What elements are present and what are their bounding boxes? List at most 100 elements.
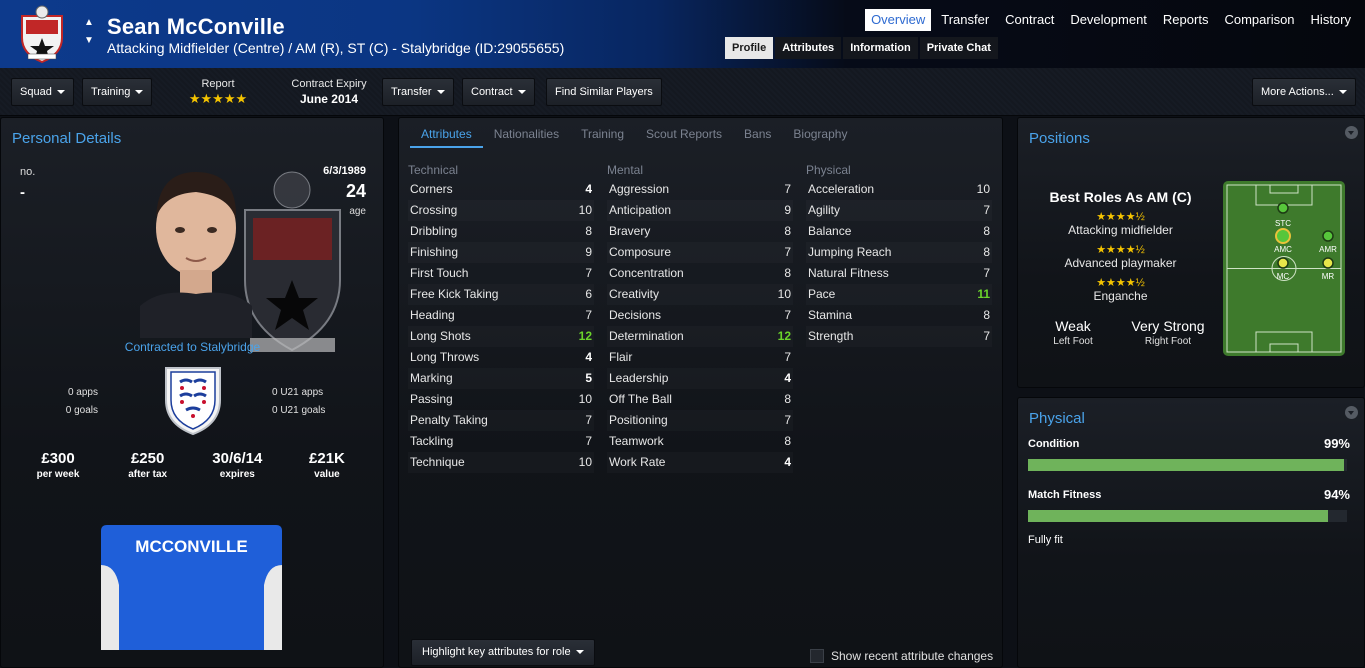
attribute-row[interactable]: Creativity 10 [607, 284, 793, 305]
attribute-row[interactable]: Composure 7 [607, 242, 793, 263]
attribute-row[interactable]: Flair 7 [607, 347, 793, 368]
attribute-row[interactable]: Teamwork 8 [607, 431, 793, 452]
attribute-row[interactable]: Marking 5 [408, 368, 594, 389]
tab-reports[interactable]: Reports [1157, 9, 1215, 31]
attribute-value: 8 [784, 224, 791, 238]
tab-bans[interactable]: Bans [733, 120, 782, 148]
tab-biography[interactable]: Biography [782, 120, 858, 148]
attribute-row[interactable]: Strength 7 [806, 326, 992, 347]
attribute-row[interactable]: Anticipation 9 [607, 200, 793, 221]
more-actions-label: More Actions... [1261, 86, 1334, 98]
transfer-button-label: Transfer [391, 86, 432, 98]
tab-scout-reports[interactable]: Scout Reports [635, 120, 733, 148]
subtab-private-chat[interactable]: Private Chat [919, 37, 998, 59]
attribute-name: Composure [609, 245, 672, 259]
attribute-row[interactable]: Positioning 7 [607, 410, 793, 431]
tab-development[interactable]: Development [1064, 9, 1153, 31]
after-tax-label: after tax [128, 469, 168, 480]
attribute-row[interactable]: Passing 10 [408, 389, 594, 410]
subtab-profile[interactable]: Profile [725, 37, 774, 59]
technical-list: Corners 4 Crossing 10 Dribbling 8 Finishing 9 Fi… [408, 179, 594, 473]
attribute-row[interactable]: Agility 7 [806, 200, 992, 221]
attribute-row[interactable]: Crossing 10 [408, 200, 594, 221]
attribute-name: Free Kick Taking [410, 287, 499, 301]
attribute-row[interactable]: Finishing 9 [408, 242, 594, 263]
tab-attributes[interactable]: Attributes [410, 120, 483, 148]
attribute-value: 7 [784, 308, 791, 322]
subtab-attributes[interactable]: Attributes [775, 37, 842, 59]
attribute-row[interactable]: Determination 12 [607, 326, 793, 347]
attribute-value: 7 [983, 203, 990, 217]
position-pitch[interactable]: STC AMC AMR MC MR [1223, 181, 1345, 356]
attribute-row[interactable]: Balance 8 [806, 221, 992, 242]
physical-heading: Physical [806, 163, 851, 177]
player-nav-arrows[interactable]: ▲ ▼ [84, 14, 96, 50]
attribute-row[interactable]: Long Shots 12 [408, 326, 594, 347]
more-actions-button[interactable]: More Actions... [1252, 78, 1356, 106]
right-foot-value: Very Strong [1131, 318, 1205, 334]
subtab-information[interactable]: Information [843, 37, 918, 59]
action-toolbar: Squad Training Report ★★★★★ Contract Exp… [0, 68, 1365, 116]
attribute-row[interactable]: Bravery 8 [607, 221, 793, 242]
attribute-row[interactable]: Pace 11 [806, 284, 992, 305]
show-recent-changes-checkbox[interactable] [810, 649, 824, 663]
attribute-value: 4 [585, 182, 592, 196]
wage-value: £300 [41, 450, 75, 467]
physical-title: Physical [1029, 410, 1085, 427]
contract-button[interactable]: Contract [462, 78, 535, 106]
attribute-row[interactable]: Natural Fitness 7 [806, 263, 992, 284]
attribute-row[interactable]: Tackling 7 [408, 431, 594, 452]
tab-nationalities[interactable]: Nationalities [483, 120, 570, 148]
training-button[interactable]: Training [82, 78, 153, 106]
attribute-row[interactable]: Free Kick Taking 6 [408, 284, 594, 305]
find-similar-players-button[interactable]: Find Similar Players [546, 78, 662, 106]
attribute-value: 10 [578, 203, 592, 217]
role-advanced-playmaker[interactable]: ★★★★½ Advanced playmaker [1049, 243, 1192, 270]
player-value: £21K [309, 450, 345, 467]
attribute-row[interactable]: Technique 10 [408, 452, 594, 473]
attribute-row[interactable]: Acceleration 10 [806, 179, 992, 200]
tab-comparison[interactable]: Comparison [1218, 9, 1300, 31]
attribute-row[interactable]: Off The Ball 8 [607, 389, 793, 410]
attribute-value: 8 [983, 308, 990, 322]
position-label-mc: MC [1277, 272, 1290, 281]
chevron-down-icon [56, 90, 65, 95]
role-attacking-midfielder[interactable]: ★★★★½ Attacking midfielder [1049, 210, 1192, 237]
attribute-row[interactable]: Aggression 7 [607, 179, 793, 200]
tab-training[interactable]: Training [570, 120, 635, 148]
attribute-row[interactable]: Long Throws 4 [408, 347, 594, 368]
tab-history[interactable]: History [1305, 9, 1357, 31]
attribute-row[interactable]: Dribbling 8 [408, 221, 594, 242]
squad-button[interactable]: Squad [11, 78, 74, 106]
tab-overview[interactable]: Overview [865, 9, 932, 31]
player-name: Sean McConville [107, 14, 285, 39]
attribute-row[interactable]: Jumping Reach 8 [806, 242, 992, 263]
role-stars: ★★★★½ [1096, 211, 1145, 223]
contracted-to-link[interactable]: Contracted to Stalybridge [60, 340, 325, 354]
attribute-row[interactable]: Concentration 8 [607, 263, 793, 284]
highlight-key-attributes-button[interactable]: Highlight key attributes for role [411, 639, 595, 666]
chevron-down-icon [436, 90, 445, 95]
attribute-row[interactable]: First Touch 7 [408, 263, 594, 284]
attribute-row[interactable]: Penalty Taking 7 [408, 410, 594, 431]
technical-heading: Technical [408, 163, 459, 177]
attribute-value: 7 [784, 350, 791, 364]
attribute-row[interactable]: Heading 7 [408, 305, 594, 326]
collapse-positions-icon[interactable] [1345, 126, 1358, 139]
report-stars[interactable]: ★★★★★ [178, 91, 258, 107]
tab-contract[interactable]: Contract [999, 9, 1060, 31]
attribute-row[interactable]: Stamina 8 [806, 305, 992, 326]
attribute-row[interactable]: Corners 4 [408, 179, 594, 200]
attribute-row[interactable]: Decisions 7 [607, 305, 793, 326]
position-dot-stc [1277, 202, 1289, 214]
attribute-row[interactable]: Leadership 4 [607, 368, 793, 389]
tab-transfer[interactable]: Transfer [935, 9, 995, 31]
role-name: Attacking midfielder [1068, 223, 1173, 237]
attribute-name: Concentration [609, 266, 684, 280]
role-enganche[interactable]: ★★★★½ Enganche [1049, 276, 1192, 303]
attribute-name: Bravery [609, 224, 651, 238]
collapse-physical-icon[interactable] [1345, 406, 1358, 419]
transfer-button[interactable]: Transfer [382, 78, 454, 106]
attribute-row[interactable]: Work Rate 4 [607, 452, 793, 473]
attribute-tabs: Attributes Nationalities Training Scout … [410, 120, 858, 148]
